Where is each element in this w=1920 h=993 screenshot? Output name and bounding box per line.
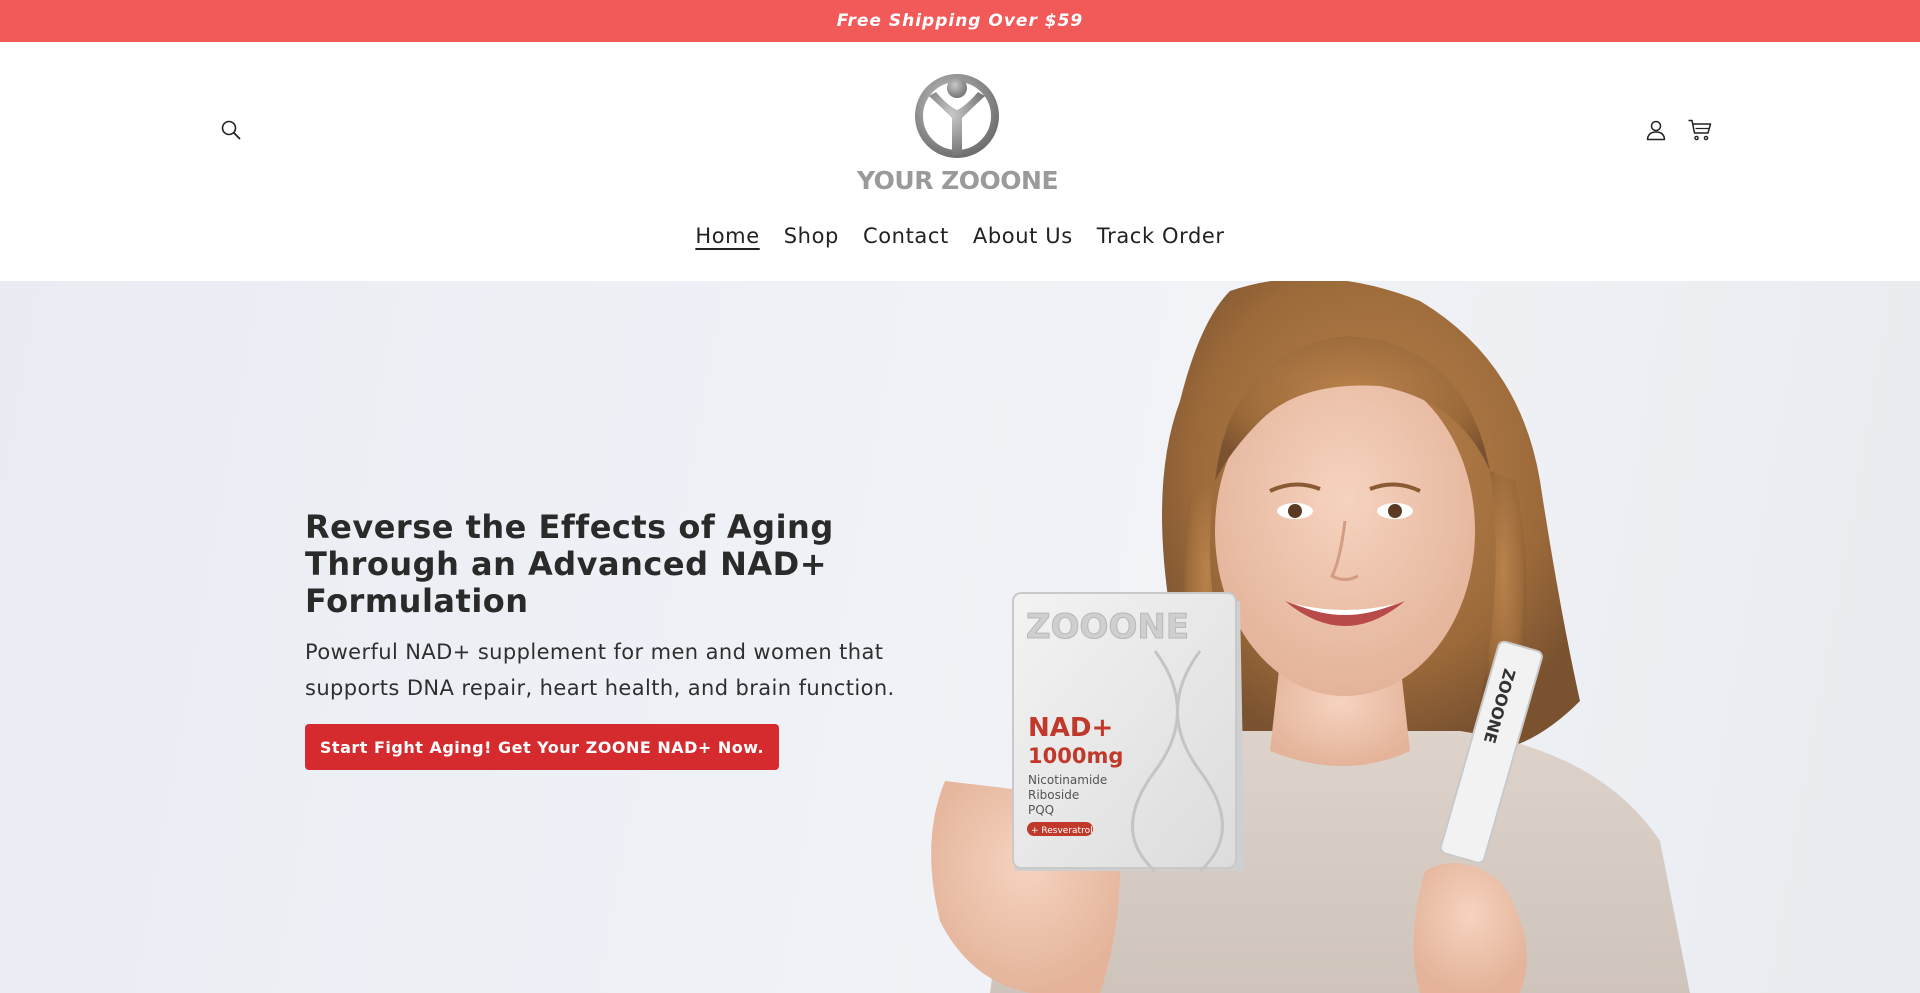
nav-track-order[interactable]: Track Order <box>1097 220 1225 252</box>
right-iris <box>1388 504 1402 518</box>
box-brand: ZOOONE <box>1026 607 1189 647</box>
logo-figure-icon <box>915 74 999 158</box>
left-iris <box>1288 504 1302 518</box>
account-icon <box>1646 120 1666 141</box>
cart-icon <box>1688 119 1712 141</box>
box-ingredient-1: Nicotinamide <box>1028 773 1107 787</box>
hero-title: Reverse the Effects of Aging Through an … <box>305 508 834 620</box>
hero-cta-button[interactable]: Start Fight Aging! Get Your ZOONE NAD+ N… <box>305 724 779 770</box>
announcement-bar: Free Shipping Over $59 <box>0 0 1920 42</box>
account-button[interactable] <box>1639 113 1673 147</box>
product-box: ZOOONE NAD+ 1000mg Nicotinamide Riboside… <box>1012 592 1245 873</box>
logo-text: YOUR ZOOONE <box>856 166 1059 195</box>
hero-banner: Reverse the Effects of Aging Through an … <box>0 281 1920 993</box>
cart-button[interactable] <box>1683 113 1717 147</box>
announcement-text: Free Shipping Over $59 <box>836 11 1084 31</box>
hero-copy: Reverse the Effects of Aging Through an … <box>305 509 905 770</box>
box-ingredient-2: Riboside <box>1028 788 1079 802</box>
nav-contact[interactable]: Contact <box>863 220 949 252</box>
main-nav: Home Shop Contact About Us Track Order <box>0 220 1920 252</box>
search-button[interactable] <box>214 113 248 147</box>
site-header: YOUR ZOOONE Home Shop Contact About Us T… <box>0 42 1920 281</box>
nav-shop[interactable]: Shop <box>784 220 839 252</box>
nav-about-us[interactable]: About Us <box>973 220 1073 252</box>
box-dose: 1000mg <box>1028 744 1123 768</box>
search-icon <box>221 120 241 140</box>
box-badge-text: + Resveratrol <box>1031 826 1093 836</box>
box-ingredient-3: PQQ <box>1028 803 1054 817</box>
nav-home[interactable]: Home <box>695 220 759 252</box>
hero-image: ZOOONE NAD+ 1000mg Nicotinamide Riboside… <box>931 281 1690 993</box>
hero-subtitle: Powerful NAD+ supplement for men and wom… <box>305 640 895 700</box>
site-logo[interactable]: YOUR ZOOONE <box>855 70 1060 200</box>
box-name: NAD+ <box>1028 713 1113 743</box>
